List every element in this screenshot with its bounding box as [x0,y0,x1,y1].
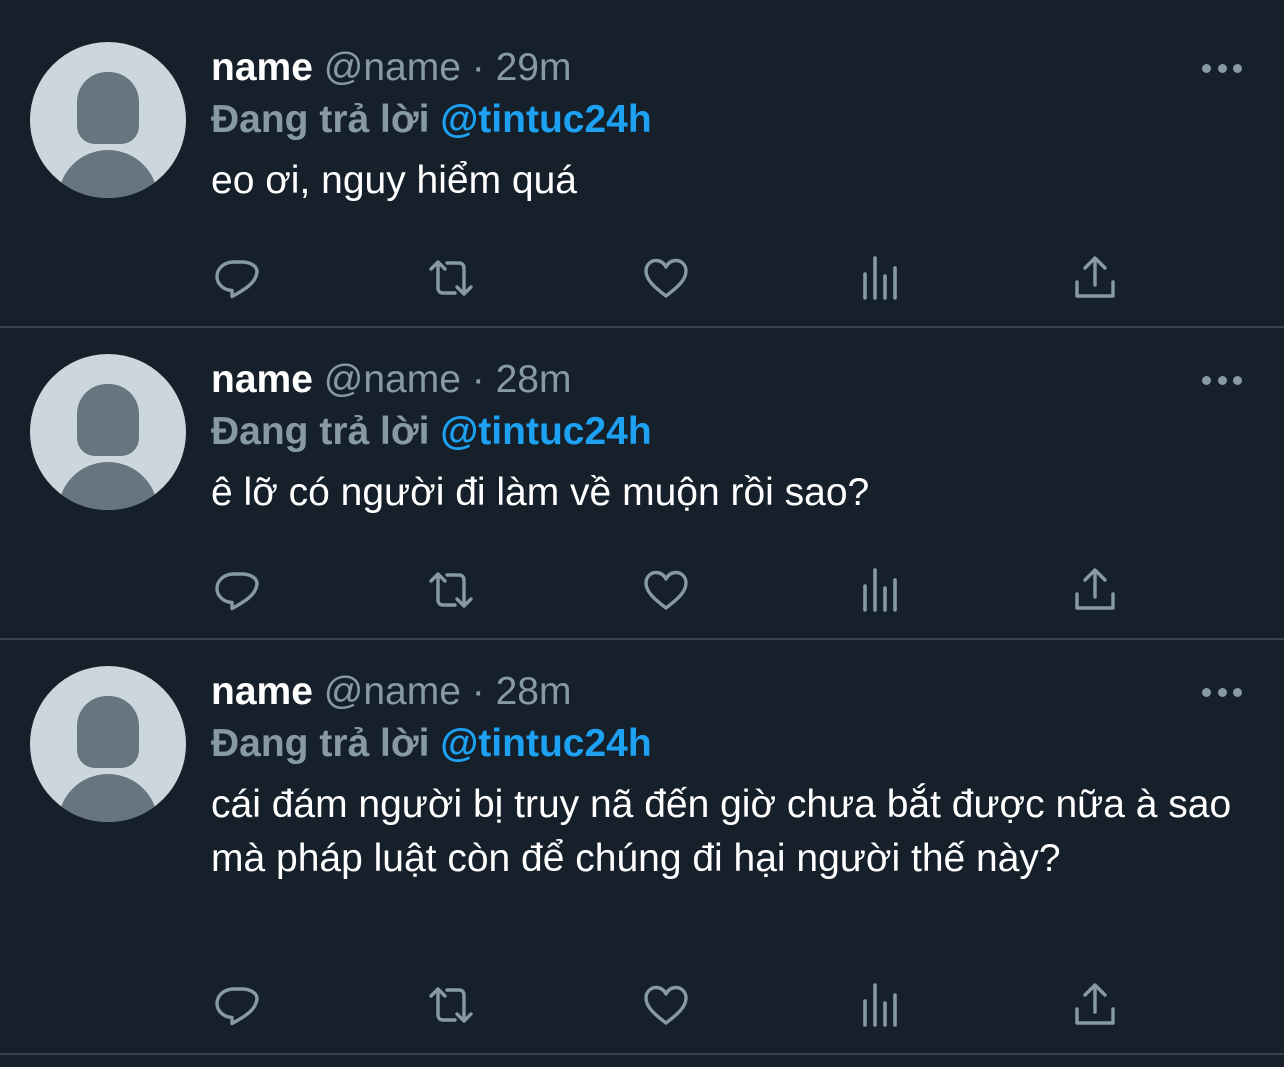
more-dot [1217,375,1227,385]
replying-to-label: Đang trả lời [211,98,430,141]
display-name[interactable]: name [211,358,313,401]
more-dot [1202,687,1211,697]
more-dot [1233,375,1242,385]
replying-to-label: Đang trả lời [211,410,430,453]
share-button[interactable] [1071,981,1119,1029]
avatar[interactable] [30,666,186,822]
reply-mention-link[interactable]: @tintuc24h [440,98,651,141]
more-options-icon[interactable] [1202,686,1242,698]
tweet-header: name @name · 28m [211,358,1244,402]
share-icon [1075,983,1115,1025]
like-button[interactable] [642,254,690,302]
more-dot [1233,63,1242,73]
like-button[interactable] [642,566,690,614]
avatar-body-shape [58,774,158,822]
retweet-icon [429,572,473,608]
reply-icon [215,260,259,299]
replying-to: Đang trả lời @tintuc24h [211,722,1244,766]
replying-to: Đang trả lời @tintuc24h [211,410,1244,454]
display-name[interactable]: name [211,46,313,89]
analytics-icon [863,983,897,1027]
tweet[interactable]: name @name · 28m Đang trả lời @tintuc24h… [0,640,1284,1055]
more-dot [1217,63,1227,73]
tweet-header: name @name · 29m [211,46,1244,90]
user-handle[interactable]: @name [324,46,461,89]
avatar-head-shape [77,72,139,144]
replying-to: Đang trả lời @tintuc24h [211,98,1244,142]
tweet[interactable]: name @name · 29m Đang trả lời @tintuc24h… [0,0,1284,328]
tweet[interactable]: name @name · 28m Đang trả lời @tintuc24h… [0,328,1284,640]
tweet-content: name @name · 29m Đang trả lời @tintuc24h… [211,46,1244,208]
analytics-icon [863,256,897,300]
tweet-actions [0,566,1284,614]
share-icon [1075,256,1115,298]
reply-icon [215,572,259,611]
more-dot [1217,687,1227,697]
avatar-body-shape [58,462,158,510]
reply-icon [215,987,259,1026]
more-options-icon[interactable] [1202,62,1242,74]
analytics-icon [863,568,897,612]
tweet-text: ê lỡ có người đi làm về muộn rồi sao? [211,471,870,514]
avatar-body-shape [58,150,158,198]
separator-dot: · [471,46,485,89]
tweet-content: name @name · 28m Đang trả lời @tintuc24h… [211,358,1244,520]
timestamp[interactable]: 28m [496,358,572,401]
tweet-text: cái đám người bị truy nã đến giờ chưa bắ… [211,783,1232,880]
reply-mention-link[interactable]: @tintuc24h [440,722,651,765]
retweet-button[interactable] [427,981,475,1029]
analytics-button[interactable] [857,566,905,614]
tweet-actions [0,254,1284,302]
retweet-icon [429,260,473,296]
more-dot [1202,63,1211,73]
user-handle[interactable]: @name [324,670,461,713]
share-button[interactable] [1071,254,1119,302]
share-button[interactable] [1071,566,1119,614]
like-icon [644,570,688,610]
reply-button[interactable] [213,566,261,614]
more-dot [1233,687,1242,697]
reply-button[interactable] [213,254,261,302]
avatar-head-shape [77,384,139,456]
separator-dot: · [471,358,485,401]
tweet-text: eo ơi, nguy hiểm quá [211,159,577,202]
retweet-icon [429,987,473,1023]
more-options-icon[interactable] [1202,374,1242,386]
timestamp[interactable]: 28m [496,670,572,713]
retweet-button[interactable] [427,566,475,614]
avatar[interactable] [30,354,186,510]
avatar-head-shape [77,696,139,768]
like-icon [644,985,688,1025]
like-icon [644,258,688,298]
tweet-actions [0,981,1284,1029]
avatar[interactable] [30,42,186,198]
analytics-button[interactable] [857,254,905,302]
separator-dot: · [471,670,485,713]
user-handle[interactable]: @name [324,358,461,401]
more-dot [1202,375,1211,385]
display-name[interactable]: name [211,670,313,713]
replying-to-label: Đang trả lời [211,722,430,765]
share-icon [1075,568,1115,610]
reply-mention-link[interactable]: @tintuc24h [440,410,651,453]
reply-button[interactable] [213,981,261,1029]
analytics-button[interactable] [857,981,905,1029]
timeline-feed: name @name · 29m Đang trả lời @tintuc24h… [0,0,1284,1055]
tweet-header: name @name · 28m [211,670,1244,714]
like-button[interactable] [642,981,690,1029]
tweet-content: name @name · 28m Đang trả lời @tintuc24h… [211,670,1244,886]
retweet-button[interactable] [427,254,475,302]
timestamp[interactable]: 29m [496,46,572,89]
